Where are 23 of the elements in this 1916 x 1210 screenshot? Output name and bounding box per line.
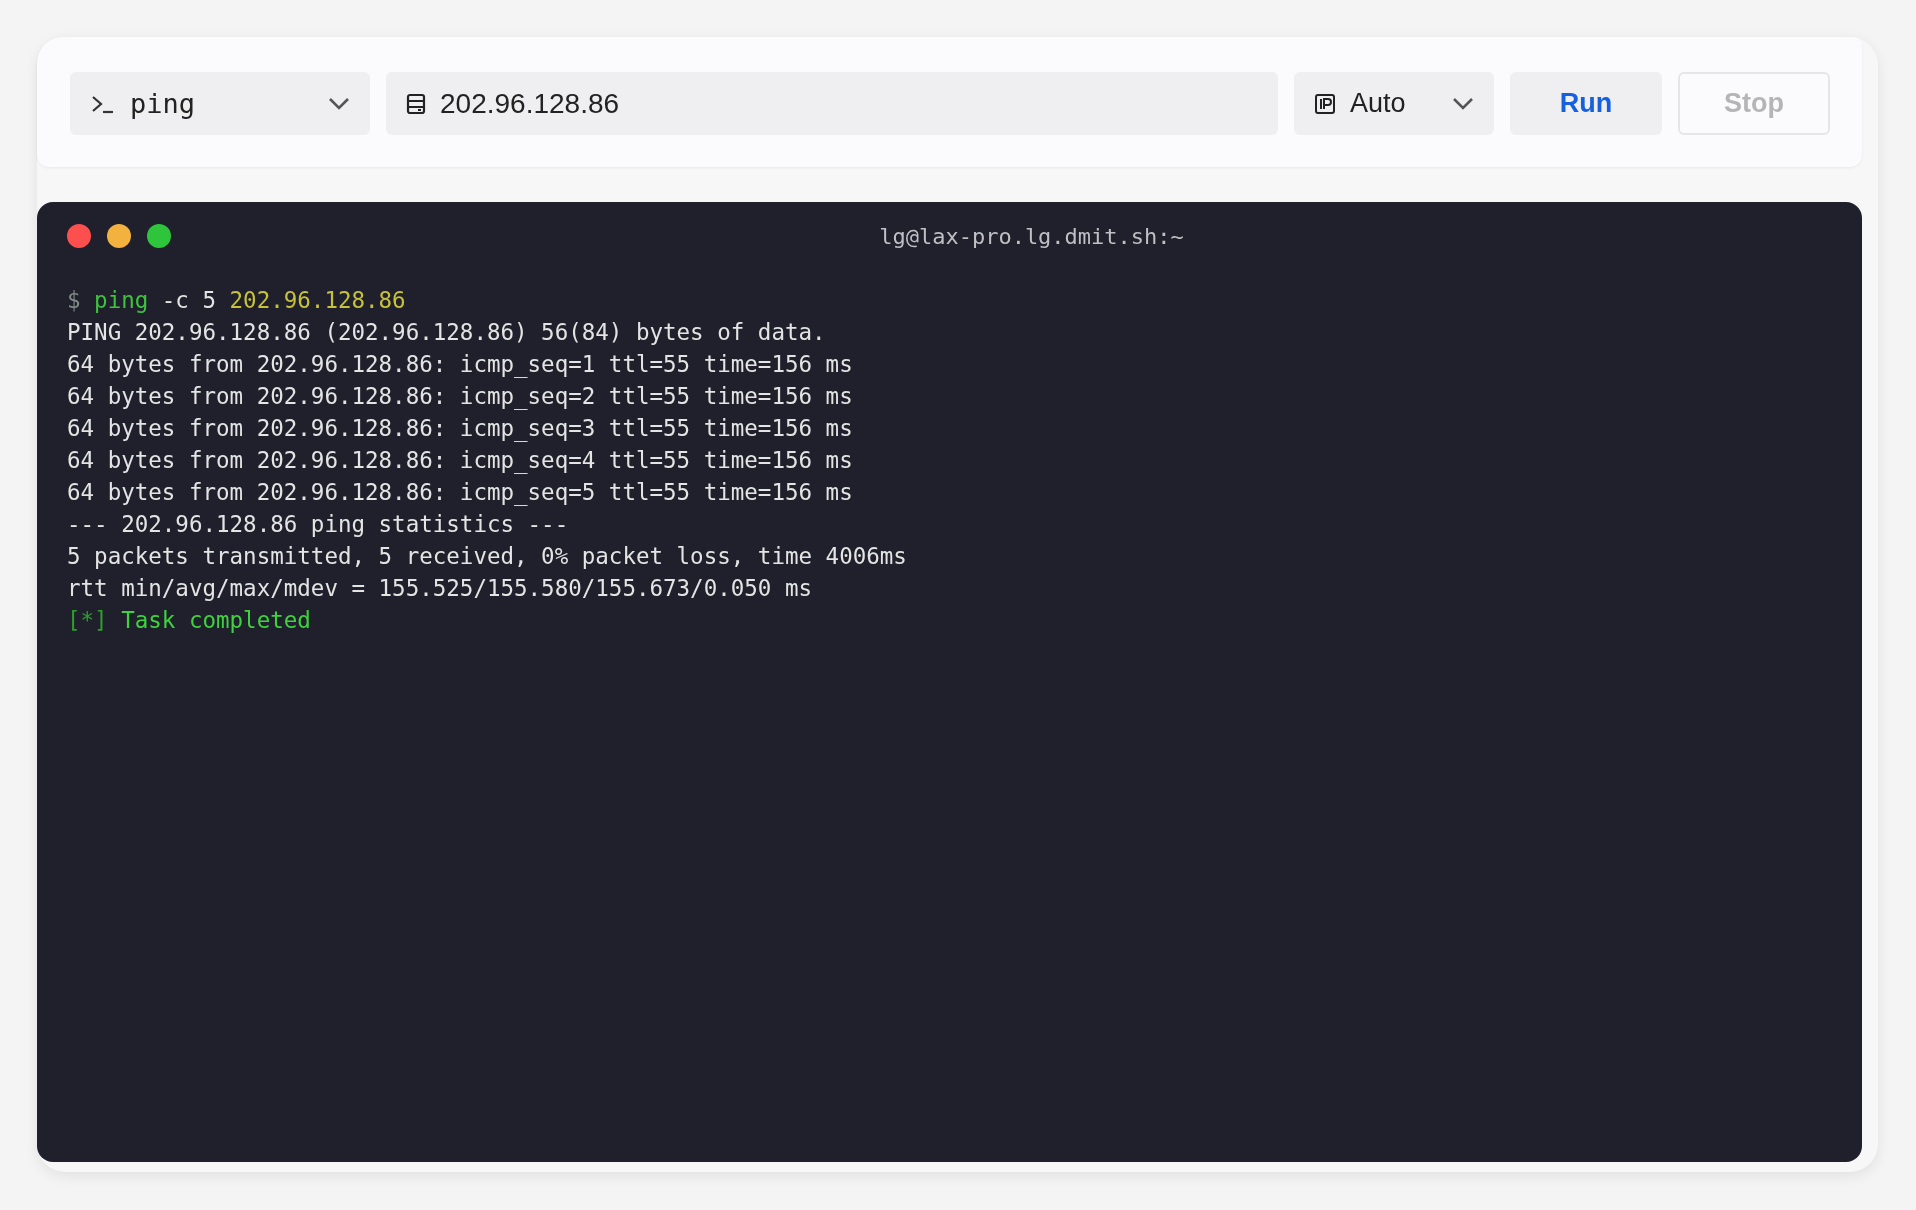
- ip-version-select[interactable]: Auto: [1294, 72, 1494, 135]
- command-select[interactable]: ping: [70, 72, 370, 135]
- terminal-line: 64 bytes from 202.96.128.86: icmp_seq=2 ttl=55 time=156 ms: [67, 382, 853, 412]
- ip-icon: [1314, 92, 1336, 115]
- terminal-line: 64 bytes from 202.96.128.86: icmp_seq=4 ttl=55 time=156 ms: [67, 446, 853, 476]
- terminal-line: 64 bytes from 202.96.128.86: icmp_seq=3 ttl=55 time=156 ms: [67, 414, 853, 444]
- server-icon: [406, 92, 426, 115]
- chevron-down-icon: [328, 96, 350, 111]
- chevron-down-icon: [1452, 96, 1474, 111]
- close-window-button[interactable]: [67, 224, 91, 248]
- terminal-line: 64 bytes from 202.96.128.86: icmp_seq=1 ttl=55 time=156 ms: [67, 350, 853, 380]
- terminal-line: 5 packets transmitted, 5 received, 0% packet loss, time 4006ms: [67, 542, 907, 571]
- host-field[interactable]: 202.96.128.86: [386, 72, 1278, 135]
- maximize-window-button[interactable]: [147, 224, 171, 248]
- terminal-line: 64 bytes from 202.96.128.86: icmp_seq=5 ttl=55 time=156 ms: [67, 478, 853, 508]
- terminal-line: PING 202.96.128.86 (202.96.128.86) 56(84) bytes of data.: [67, 318, 826, 347]
- terminal-line: rtt min/avg/max/mdev = 155.525/155.580/155.673/0.050 ms: [67, 574, 813, 603]
- window-title: lg@lax-pro.lg.dmit.sh:~: [879, 223, 1184, 249]
- terminal-line: $ ping -c 5 202.96.128.86: [67, 286, 406, 315]
- terminal-line: [*] Task completed: [67, 606, 311, 635]
- run-button[interactable]: Run: [1510, 72, 1662, 135]
- minimize-window-button[interactable]: [107, 224, 131, 248]
- terminal-line: --- 202.96.128.86 ping statistics ---: [67, 510, 569, 539]
